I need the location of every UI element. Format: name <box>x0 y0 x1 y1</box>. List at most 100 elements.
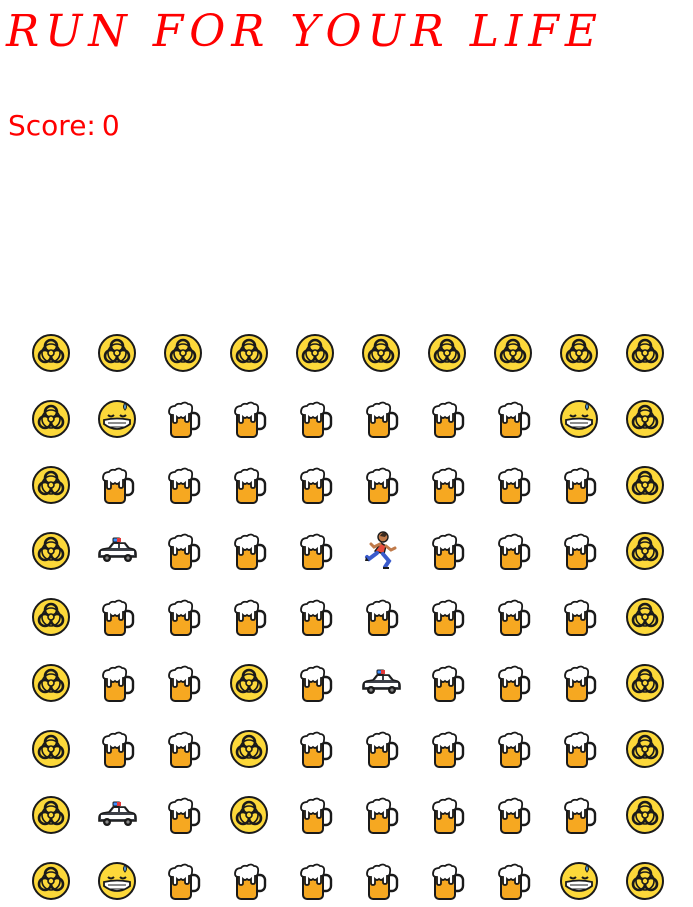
board-cell[interactable] <box>612 584 678 650</box>
board-cell[interactable] <box>414 584 480 650</box>
board-cell[interactable] <box>414 782 480 848</box>
board-cell[interactable] <box>480 452 546 518</box>
board-cell[interactable] <box>282 452 348 518</box>
board-cell[interactable] <box>18 650 84 716</box>
board-cell[interactable] <box>150 650 216 716</box>
board-cell[interactable] <box>84 782 150 848</box>
board-cell[interactable] <box>546 782 612 848</box>
board-cell[interactable] <box>282 782 348 848</box>
board-cell[interactable] <box>282 848 348 907</box>
board-cell[interactable] <box>480 518 546 584</box>
board-cell[interactable] <box>282 518 348 584</box>
board-cell[interactable] <box>282 320 348 386</box>
board-cell[interactable] <box>546 650 612 716</box>
board-cell[interactable] <box>348 518 414 584</box>
board-cell[interactable] <box>18 848 84 907</box>
board-cell[interactable] <box>546 518 612 584</box>
masked-face-icon <box>559 399 599 439</box>
board-cell[interactable] <box>348 782 414 848</box>
board-cell[interactable] <box>282 650 348 716</box>
board-cell[interactable] <box>348 320 414 386</box>
game-board[interactable] <box>18 320 678 907</box>
board-cell[interactable] <box>216 782 282 848</box>
board-cell[interactable] <box>84 584 150 650</box>
board-cell[interactable] <box>216 650 282 716</box>
biohazard-icon <box>559 333 599 373</box>
board-cell[interactable] <box>84 716 150 782</box>
board-cell[interactable] <box>216 848 282 907</box>
beer-mug-icon <box>427 465 467 505</box>
board-cell[interactable] <box>216 452 282 518</box>
beer-mug-icon <box>229 399 269 439</box>
board-cell[interactable] <box>150 716 216 782</box>
board-cell[interactable] <box>84 386 150 452</box>
board-cell[interactable] <box>612 650 678 716</box>
board-cell[interactable] <box>84 320 150 386</box>
score-value: 0 <box>101 109 120 142</box>
board-cell[interactable] <box>480 782 546 848</box>
board-cell[interactable] <box>216 584 282 650</box>
board-cell[interactable] <box>150 584 216 650</box>
board-cell[interactable] <box>480 386 546 452</box>
board-cell[interactable] <box>480 650 546 716</box>
beer-mug-icon <box>295 861 335 901</box>
board-cell[interactable] <box>216 386 282 452</box>
board-cell[interactable] <box>18 320 84 386</box>
board-cell[interactable] <box>612 848 678 907</box>
board-cell[interactable] <box>414 650 480 716</box>
board-cell[interactable] <box>612 716 678 782</box>
board-cell[interactable] <box>216 518 282 584</box>
board-cell[interactable] <box>84 848 150 907</box>
board-cell[interactable] <box>216 320 282 386</box>
board-cell[interactable] <box>612 782 678 848</box>
board-cell[interactable] <box>348 452 414 518</box>
masked-face-icon <box>97 399 137 439</box>
board-cell[interactable] <box>84 452 150 518</box>
board-cell[interactable] <box>84 518 150 584</box>
board-cell[interactable] <box>480 320 546 386</box>
board-cell[interactable] <box>18 386 84 452</box>
board-cell[interactable] <box>18 716 84 782</box>
board-cell[interactable] <box>18 782 84 848</box>
board-cell[interactable] <box>480 848 546 907</box>
board-cell[interactable] <box>150 320 216 386</box>
board-cell[interactable] <box>612 320 678 386</box>
board-cell[interactable] <box>546 584 612 650</box>
board-cell[interactable] <box>150 848 216 907</box>
board-cell[interactable] <box>348 386 414 452</box>
board-cell[interactable] <box>414 848 480 907</box>
board-cell[interactable] <box>414 452 480 518</box>
board-cell[interactable] <box>282 716 348 782</box>
board-cell[interactable] <box>348 848 414 907</box>
board-cell[interactable] <box>546 848 612 907</box>
board-cell[interactable] <box>84 650 150 716</box>
board-cell[interactable] <box>18 518 84 584</box>
board-cell[interactable] <box>18 452 84 518</box>
board-cell[interactable] <box>546 716 612 782</box>
board-cell[interactable] <box>150 518 216 584</box>
board-cell[interactable] <box>480 716 546 782</box>
board-cell[interactable] <box>282 584 348 650</box>
board-cell[interactable] <box>546 386 612 452</box>
board-cell[interactable] <box>150 782 216 848</box>
board-cell[interactable] <box>150 386 216 452</box>
board-cell[interactable] <box>546 320 612 386</box>
board-cell[interactable] <box>348 650 414 716</box>
beer-mug-icon <box>427 795 467 835</box>
beer-mug-icon <box>493 465 533 505</box>
board-cell[interactable] <box>216 716 282 782</box>
board-cell[interactable] <box>612 518 678 584</box>
board-cell[interactable] <box>414 320 480 386</box>
board-cell[interactable] <box>348 716 414 782</box>
board-cell[interactable] <box>612 452 678 518</box>
board-cell[interactable] <box>612 386 678 452</box>
board-cell[interactable] <box>348 584 414 650</box>
board-cell[interactable] <box>150 452 216 518</box>
board-cell[interactable] <box>18 584 84 650</box>
board-cell[interactable] <box>480 584 546 650</box>
board-cell[interactable] <box>414 716 480 782</box>
board-cell[interactable] <box>414 386 480 452</box>
board-cell[interactable] <box>282 386 348 452</box>
board-cell[interactable] <box>546 452 612 518</box>
board-cell[interactable] <box>414 518 480 584</box>
